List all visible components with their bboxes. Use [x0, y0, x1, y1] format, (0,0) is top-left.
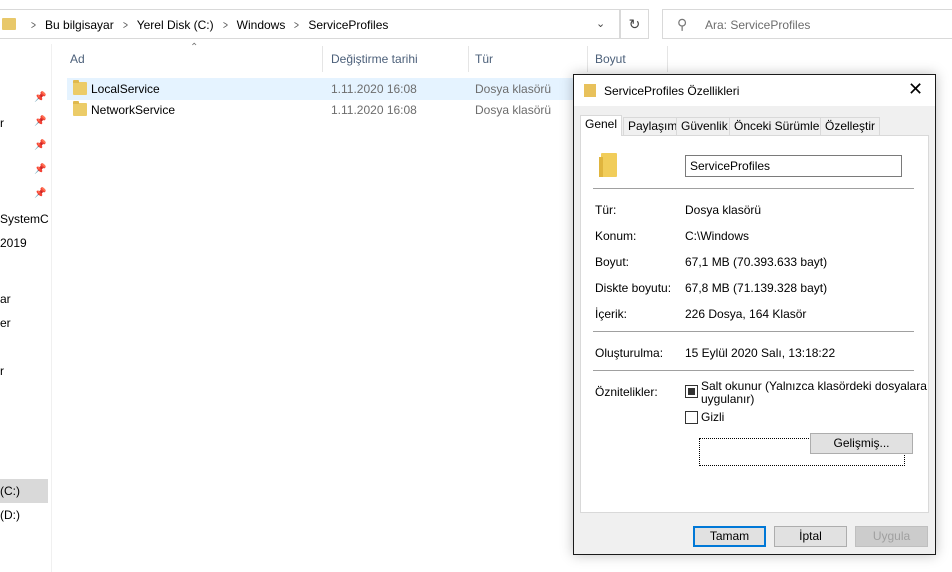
search-placeholder: Ara: ServiceProfiles — [705, 18, 811, 32]
type-value: Dosya klasörü — [685, 203, 762, 217]
dialog-titlebar[interactable]: ServiceProfiles Özellikleri ✕ — [574, 75, 935, 106]
address-bar[interactable]: > Bu bilgisayar > Yerel Disk (C:) > Windows > S… — [0, 9, 620, 39]
column-header-type[interactable]: Tür — [475, 52, 493, 66]
nav-item-fragment[interactable]: SystemC — [0, 212, 49, 226]
pane-divider[interactable] — [51, 44, 52, 572]
disk-size-value: 67,8 MB (71.139.328 bayt) — [685, 281, 828, 295]
readonly-label-line2: uygulanır) — [701, 392, 755, 406]
file-row-networkservice[interactable]: NetworkService 1.11.2020 16:08 Dosya kla… — [67, 99, 577, 121]
close-icon[interactable]: ✕ — [908, 80, 923, 98]
hidden-label[interactable]: Gizli — [701, 411, 724, 424]
chevron-down-icon[interactable]: ⌄ — [596, 17, 605, 30]
tab-sharing[interactable]: Paylaşım — [623, 117, 683, 135]
breadcrumb-item-this-pc[interactable]: Bu bilgisayar — [45, 18, 114, 32]
folder-name-field[interactable]: ServiceProfiles — [685, 155, 902, 177]
nav-item-fragment[interactable]: ar — [0, 292, 11, 306]
file-name: LocalService — [91, 82, 160, 96]
pin-icon: 📌 — [34, 140, 47, 151]
pin-icon: 📌 — [34, 116, 47, 127]
created-value: 15 Eylül 2020 Salı, 13:18:22 — [685, 346, 836, 360]
size-value: 67,1 MB (70.393.633 bayt) — [685, 255, 828, 269]
folder-icon — [584, 84, 596, 97]
location-value: C:\Windows — [685, 229, 750, 243]
column-header-name[interactable]: Ad — [70, 52, 85, 66]
chevron-right-icon: > — [31, 18, 36, 32]
advanced-button[interactable]: Gelişmiş... — [810, 433, 913, 454]
column-separator[interactable] — [468, 46, 469, 72]
search-icon: ⚲ — [677, 16, 688, 32]
search-box[interactable]: ⚲ Ara: ServiceProfiles — [662, 9, 952, 39]
nav-item-local-disk-c[interactable]: (C:) — [0, 484, 20, 498]
tab-security[interactable]: Güvenlik — [676, 117, 733, 135]
refresh-button[interactable]: ↻ — [620, 9, 649, 39]
ok-button[interactable]: Tamam — [693, 526, 766, 547]
navigation-pane[interactable]: 📌 r 📌 📌 📌 📌 SystemC 2019 ar er r (C:) (D… — [0, 44, 52, 572]
attributes-label: Öznitelikler: — [595, 385, 658, 399]
file-name: NetworkService — [91, 103, 176, 117]
type-label: Tür: — [595, 203, 617, 217]
readonly-label[interactable]: Salt okunur (Yalnızca klasördeki dosyala… — [701, 380, 927, 406]
hidden-checkbox[interactable] — [685, 411, 698, 424]
pin-icon: 📌 — [34, 92, 47, 103]
size-label: Boyut: — [595, 255, 630, 269]
file-type: Dosya klasörü — [475, 82, 552, 96]
location-label: Konum: — [595, 229, 637, 243]
tab-general[interactable]: Genel — [580, 115, 623, 136]
breadcrumb-item-serviceprofiles[interactable]: ServiceProfiles — [308, 18, 388, 32]
pin-icon: 📌 — [34, 164, 47, 175]
breadcrumb-item-local-disk[interactable]: Yerel Disk (C:) — [137, 18, 214, 32]
folder-icon — [599, 153, 617, 177]
column-separator[interactable] — [667, 46, 668, 72]
chevron-right-icon[interactable]: > — [294, 18, 299, 32]
nav-item-fragment[interactable]: 2019 — [0, 236, 27, 250]
properties-dialog: ServiceProfiles Özellikleri ✕ Genel Payl… — [573, 74, 936, 555]
file-type: Dosya klasörü — [475, 103, 552, 117]
disk-size-label: Diskte boyutu: — [595, 281, 672, 295]
divider — [593, 188, 914, 189]
contains-label: İçerik: — [595, 307, 628, 321]
column-separator[interactable] — [587, 46, 588, 72]
cancel-button[interactable]: İptal — [774, 526, 847, 547]
refresh-icon: ↻ — [628, 16, 641, 32]
sort-ascending-icon: ⌃ — [190, 42, 199, 53]
divider — [593, 370, 914, 371]
contains-value: 226 Dosya, 164 Klasör — [685, 307, 807, 321]
divider — [593, 331, 914, 332]
file-row-localservice[interactable]: LocalService 1.11.2020 16:08 Dosya klasö… — [67, 78, 577, 100]
nav-item-fragment[interactable]: er — [0, 316, 11, 330]
file-modified: 1.11.2020 16:08 — [331, 103, 417, 117]
tab-previous-versions[interactable]: Önceki Sürümler — [729, 117, 829, 135]
dialog-title: ServiceProfiles Özellikleri — [604, 84, 740, 98]
nav-item-disk-d[interactable]: (D:) — [0, 508, 20, 522]
created-label: Oluşturulma: — [595, 346, 664, 360]
apply-button[interactable]: Uygula — [855, 526, 928, 547]
chevron-right-icon[interactable]: > — [123, 18, 128, 32]
breadcrumb-item-windows[interactable]: Windows — [237, 18, 286, 32]
readonly-checkbox[interactable] — [685, 385, 698, 398]
tab-customize[interactable]: Özelleştir — [820, 117, 881, 135]
column-header-size[interactable]: Boyut — [595, 52, 626, 66]
column-headers: ⌃ Ad Değiştirme tarihi Tür Boyut — [52, 42, 672, 74]
pin-icon: 📌 — [34, 188, 47, 199]
breadcrumb: > Bu bilgisayar > Yerel Disk (C:) > Windows > S… — [22, 18, 388, 32]
nav-item-fragment[interactable]: r — [0, 364, 4, 378]
column-header-modified[interactable]: Değiştirme tarihi — [331, 52, 418, 66]
folder-icon — [2, 18, 16, 30]
readonly-label-line1: Salt okunur (Yalnızca klasördeki dosyala… — [701, 379, 927, 393]
folder-icon — [73, 80, 87, 95]
file-modified: 1.11.2020 16:08 — [331, 82, 417, 96]
folder-icon — [73, 101, 87, 116]
chevron-right-icon[interactable]: > — [223, 18, 228, 32]
column-separator[interactable] — [322, 46, 323, 72]
nav-item-fragment[interactable]: r — [0, 116, 4, 130]
general-tab-panel: ServiceProfiles Tür: Dosya klasörü Konum… — [580, 135, 929, 513]
